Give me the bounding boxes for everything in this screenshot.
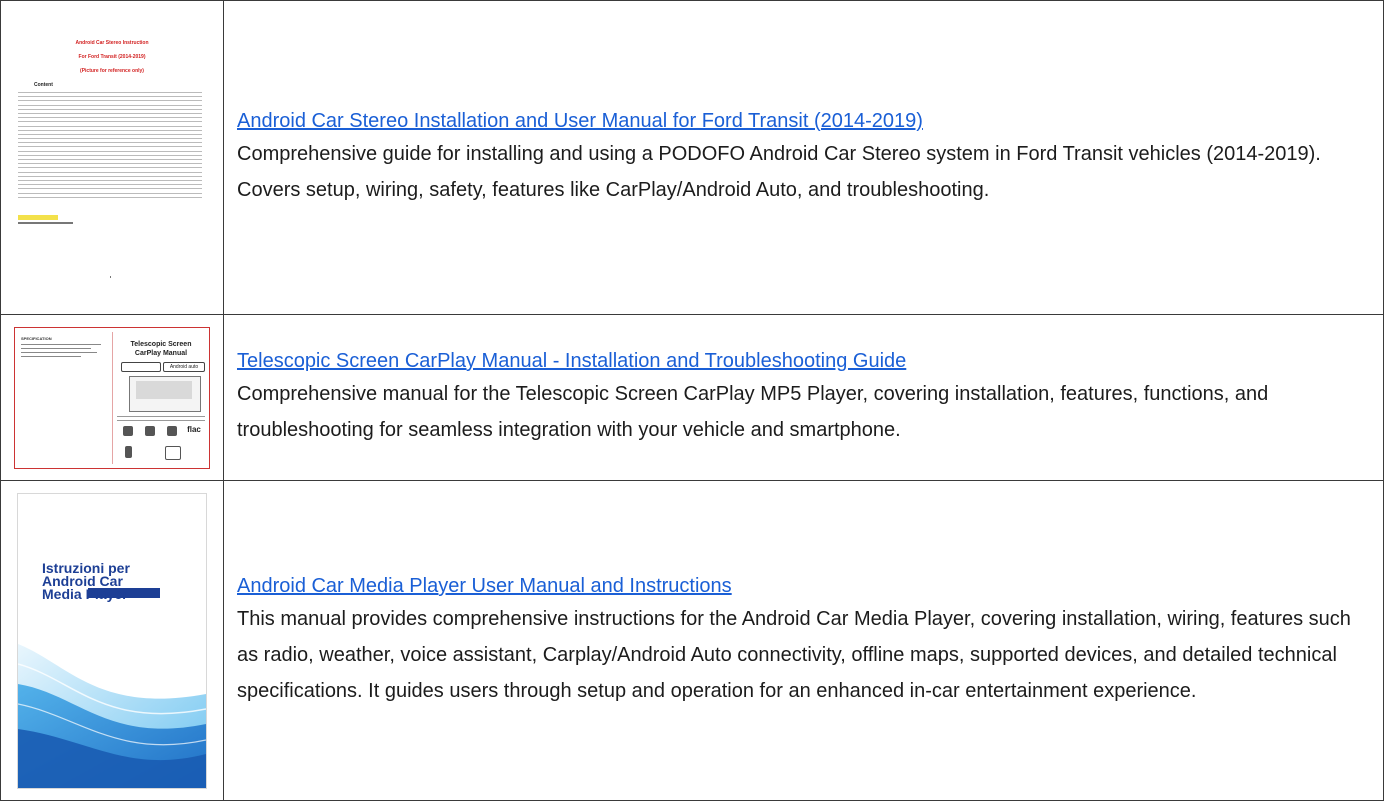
result-row: Android Car Stereo Instruction For Ford … [0,0,1384,315]
manual-thumbnail[interactable]: Android Car Stereo Instruction For Ford … [12,10,212,305]
feature-icon [165,445,181,460]
thumbnail-cell: SPECIFICATION Telescopic Screen CarPlay … [0,314,224,481]
feature-icon [145,425,155,436]
thumb-contact-line [18,222,73,224]
thumb-highlight [18,215,58,220]
result-description: Comprehensive manual for the Telescopic … [237,383,1269,441]
result-description: Comprehensive guide for installing and u… [237,143,1321,201]
carplay-badge [121,361,161,372]
thumb-cover-title: CarPlay Manual [134,349,188,357]
thumb-spec-line [21,351,97,353]
manual-thumbnail[interactable]: SPECIFICATION Telescopic Screen CarPlay … [14,326,210,469]
thumbnail-cell: Android Car Stereo Instruction For Ford … [0,0,224,315]
thumb-caption-line [117,415,205,417]
result-description: This manual provides comprehensive instr… [237,608,1351,702]
thumb-device-image [129,375,201,412]
android-auto-badge: Android auto [163,361,205,372]
thumb-spec-line [21,343,101,345]
thumb-spec-label: SPECIFICATION [21,335,52,341]
thumb-contents-label: Content [34,82,53,88]
result-text-cell: Telescopic Screen CarPlay Manual - Insta… [223,314,1384,481]
thumb-note: (Picture for reference only) [80,68,144,74]
result-title-link[interactable]: Android Car Media Player User Manual and… [237,572,732,601]
feature-icon [125,445,132,458]
result-text-cell: Android Car Media Player User Manual and… [223,480,1384,801]
thumb-toc-lines [18,92,202,201]
result-row: SPECIFICATION Telescopic Screen CarPlay … [0,314,1384,481]
result-title-link[interactable]: Telescopic Screen CarPlay Manual - Insta… [237,347,906,376]
feature-icon [167,425,177,436]
wave-artwork [18,643,206,788]
thumb-spec-line [21,347,91,349]
result-text-cell: Android Car Stereo Installation and User… [223,0,1384,315]
thumb-subheading: For Ford Transit (2014-2019) [78,54,146,60]
thumb-fold-line [112,331,113,464]
thumb-heading: Android Car Stereo Instruction [75,40,149,46]
result-title-link[interactable]: Android Car Stereo Installation and User… [237,107,923,136]
thumbnail-cell: Istruzioni per Android Car Media Player [0,480,224,801]
thumb-caption-line [117,419,205,421]
thumb-spec-line [21,355,81,357]
thumb-cover-title: Istruzioni per Android Car Media Player [42,559,130,602]
feature-icon [123,425,133,436]
thumb-page-number [110,276,111,278]
thumb-cover-title: Telescopic Screen [130,340,192,348]
result-row: Istruzioni per Android Car Media Player … [0,480,1384,801]
manual-thumbnail[interactable]: Istruzioni per Android Car Media Player [17,492,207,789]
results-table: Android Car Stereo Instruction For Ford … [0,0,1384,801]
flac-icon: flac [187,424,201,434]
